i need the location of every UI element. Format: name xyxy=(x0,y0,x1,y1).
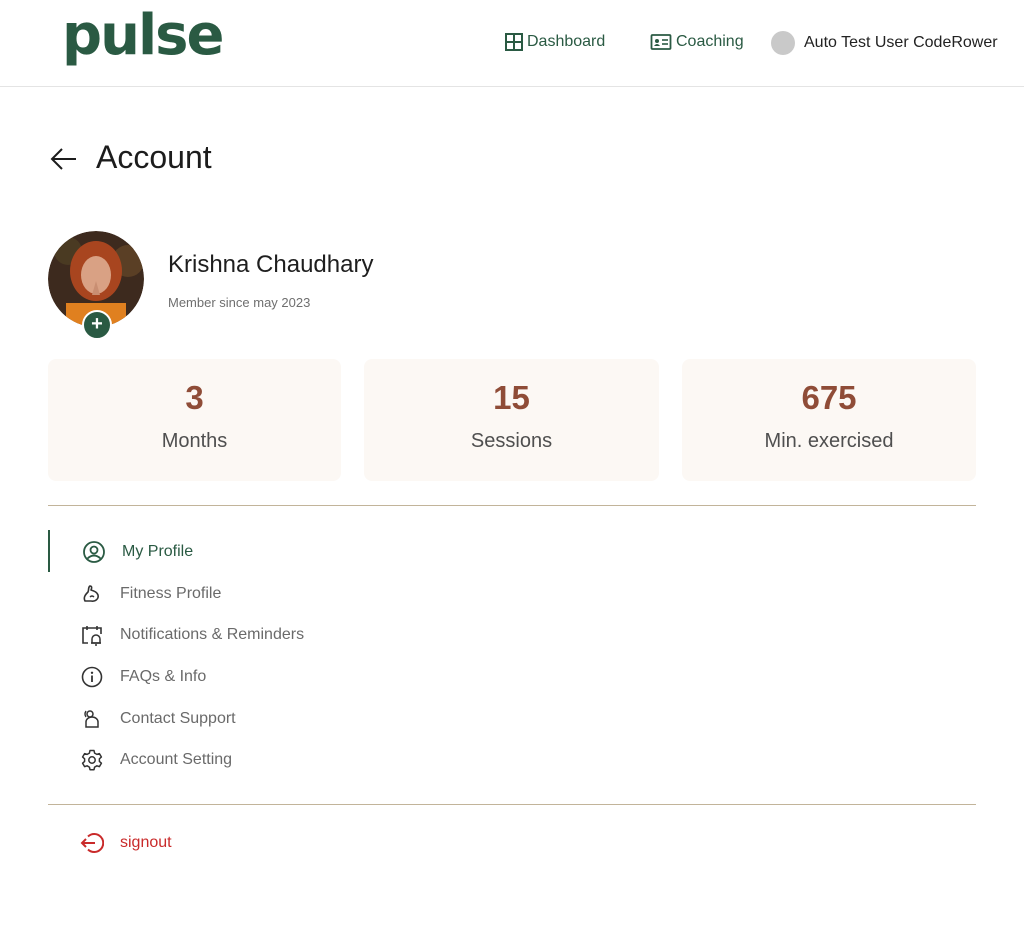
user-circle-icon xyxy=(83,541,105,563)
top-header: pulse Dashboard Coaching Auto Test User … xyxy=(0,0,1024,87)
support-icon xyxy=(84,710,99,728)
menu-item-contact-support[interactable]: Contact Support xyxy=(80,705,236,733)
menu-item-label: Fitness Profile xyxy=(120,585,222,602)
signout-icon xyxy=(80,833,104,853)
stat-value: 675 xyxy=(801,379,857,416)
nav-coaching[interactable]: Coaching xyxy=(649,30,744,54)
menu-item-faqs[interactable]: FAQs & Info xyxy=(80,663,206,691)
user-name: Auto Test User CodeRower xyxy=(804,34,998,51)
stat-label: Min. exercised xyxy=(764,430,894,452)
menu-item-label: Account Setting xyxy=(120,751,233,768)
user-menu[interactable]: Auto Test User CodeRower xyxy=(771,31,998,55)
nav-dashboard-label: Dashboard xyxy=(527,33,606,50)
stat-card-months: 3 Months xyxy=(48,359,341,481)
gear-icon xyxy=(81,749,103,771)
menu-item-label: FAQs & Info xyxy=(120,668,207,685)
stat-label: Sessions xyxy=(470,430,553,452)
nav-dashboard[interactable]: Dashboard xyxy=(504,30,605,54)
menu-item-my-profile[interactable]: My Profile xyxy=(80,538,193,566)
page-title: Account xyxy=(96,139,212,175)
profile-name: Krishna Chaudhary xyxy=(168,251,374,278)
active-indicator xyxy=(48,530,50,572)
back-arrow-icon[interactable] xyxy=(50,147,78,171)
divider xyxy=(48,505,976,506)
stat-value: 3 xyxy=(185,379,204,416)
menu-item-account-setting[interactable]: Account Setting xyxy=(80,746,232,774)
grid-icon xyxy=(505,33,523,51)
flex-arm-icon xyxy=(83,585,99,602)
user-avatar xyxy=(771,31,795,55)
menu-item-label: Contact Support xyxy=(120,710,236,727)
id-card-icon xyxy=(650,34,672,50)
stat-card-sessions: 15 Sessions xyxy=(364,359,659,481)
calendar-bell-icon xyxy=(82,626,102,646)
divider xyxy=(48,804,976,805)
menu-item-label: My Profile xyxy=(122,543,194,560)
info-icon xyxy=(81,666,103,688)
pulse-logo[interactable]: pulse xyxy=(62,8,224,64)
menu-item-label: Notifications & Reminders xyxy=(120,626,305,643)
nav-coaching-label: Coaching xyxy=(676,33,744,50)
signout-button[interactable]: signout xyxy=(80,829,172,857)
add-photo-button[interactable]: + xyxy=(82,310,112,340)
stat-label: Months xyxy=(161,430,228,452)
stat-value: 15 xyxy=(493,379,530,416)
member-since: Member since may 2023 xyxy=(168,295,311,310)
menu-item-fitness-profile[interactable]: Fitness Profile xyxy=(80,580,221,608)
stat-card-minutes: 675 Min. exercised xyxy=(682,359,976,481)
signout-label: signout xyxy=(120,834,172,851)
menu-item-notifications[interactable]: Notifications & Reminders xyxy=(80,621,304,649)
